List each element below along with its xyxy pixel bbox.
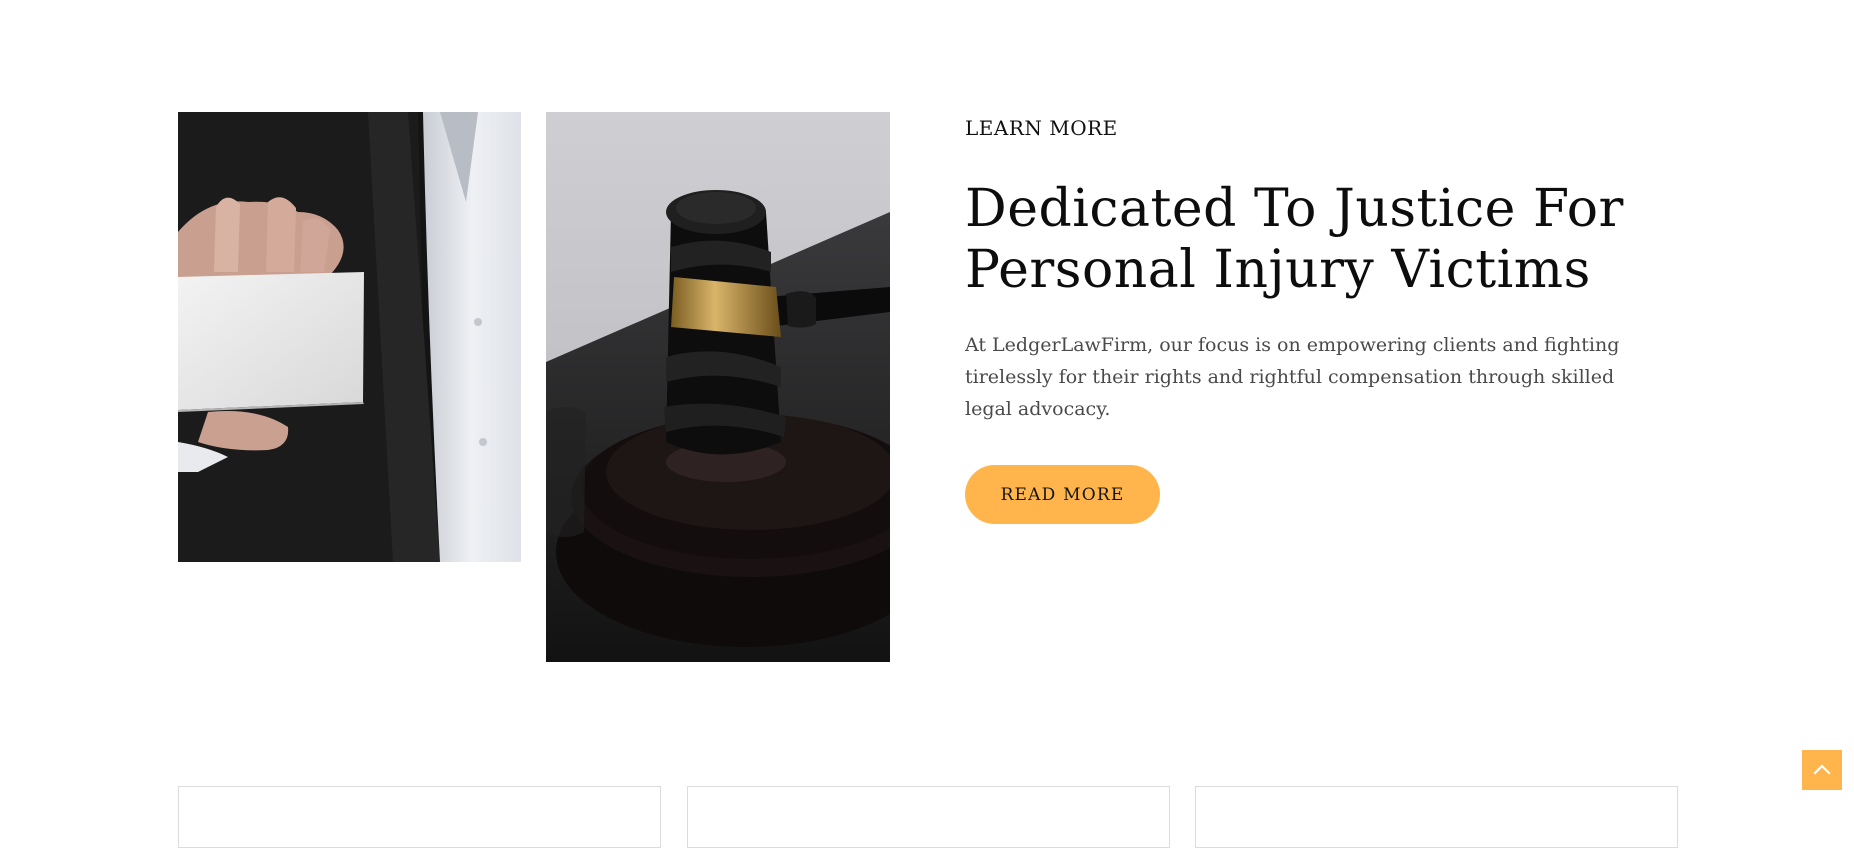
hero-description: At LedgerLawFirm, our focus is on empowe… <box>965 334 1620 420</box>
hero-content: LEARN MORE Dedicated To Justice For Pers… <box>965 112 1685 524</box>
business-card-photo <box>178 112 521 562</box>
gavel-photo <box>546 112 890 662</box>
page-title: Dedicated To Justice For Personal Injury… <box>965 179 1685 301</box>
feature-card <box>1195 786 1678 848</box>
title-line-2: Personal Injury Victims <box>965 240 1591 300</box>
eyebrow-label: LEARN MORE <box>965 116 1118 140</box>
gavel-image <box>546 112 890 662</box>
feature-card <box>178 786 661 848</box>
business-card-image <box>178 112 521 562</box>
feature-card <box>687 786 1170 848</box>
title-line-1: Dedicated To Justice For <box>965 179 1624 239</box>
chevron-up-icon <box>1813 764 1831 775</box>
read-more-button[interactable]: READ MORE <box>965 465 1160 524</box>
back-to-top-button[interactable] <box>1802 750 1842 790</box>
